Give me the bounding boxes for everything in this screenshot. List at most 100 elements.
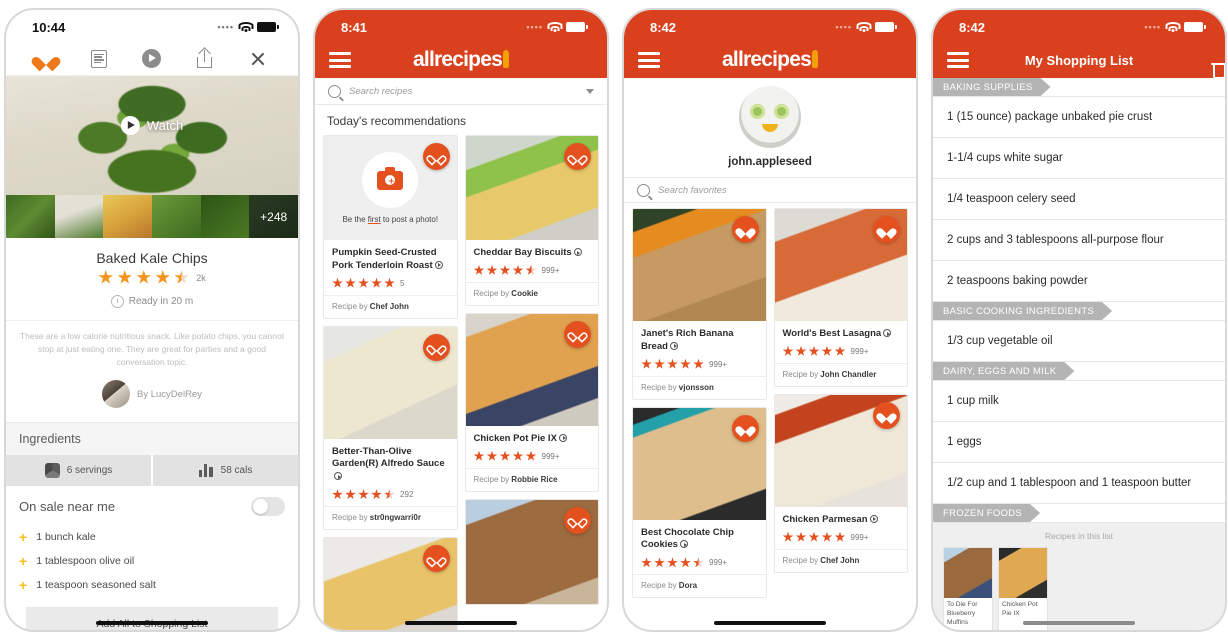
shopping-list-item[interactable]: 1 cup milk	[933, 381, 1225, 422]
close-icon[interactable]	[245, 47, 271, 71]
wifi-icon	[1165, 22, 1180, 32]
star-icon	[512, 264, 524, 275]
more-photos-thumbnail[interactable]: +248	[249, 195, 298, 238]
search-input[interactable]: Search recipes	[349, 86, 412, 97]
recipe-name[interactable]: Chicken Pot Pie IX	[474, 433, 591, 446]
favorite-button[interactable]	[564, 143, 591, 170]
recipe-image[interactable]	[633, 407, 766, 520]
feed-column-left: + Be the first to post a photo! Pumpkin …	[323, 135, 458, 630]
recipe-image[interactable]	[633, 209, 766, 321]
recipe-card[interactable]: Cheddar Bay Biscuits 999+ Recipe by Cook…	[464, 135, 599, 306]
favorites-column-left: Janet's Rich Banana Bread 999+ Recipe by…	[632, 208, 767, 599]
section-label: FROZEN FOODS	[933, 504, 1040, 522]
play-video-icon[interactable]	[139, 47, 165, 71]
star-icon	[345, 277, 356, 288]
battery-icon	[875, 22, 897, 32]
servings-label: 6 servings	[66, 465, 113, 477]
recipe-card[interactable]	[323, 537, 458, 630]
recipe-name[interactable]: Pumpkin Seed-Crusted Pork Tenderloin Roa…	[332, 247, 449, 273]
recipe-image[interactable]	[774, 394, 907, 507]
ingredient-item[interactable]: + 1 bunch kale	[6, 525, 298, 549]
recipe-name[interactable]: Janet's Rich Banana Bread	[641, 328, 758, 354]
add-icon[interactable]: +	[19, 578, 27, 592]
shopping-list-section-header: BAKING SUPPLIES	[933, 78, 1225, 97]
recipe-card[interactable]: Chicken Parmesan 999+ Recipe by Chef Joh…	[773, 393, 908, 573]
recipe-image[interactable]	[465, 136, 598, 240]
favorite-button[interactable]	[731, 414, 759, 442]
recipe-image[interactable]	[324, 326, 457, 439]
favorite-button[interactable]	[422, 333, 450, 361]
shopping-list-item[interactable]: 2 teaspoons baking powder	[933, 261, 1225, 302]
recipe-thumbnail-item[interactable]: To Die For Blueberry Muffins	[943, 547, 993, 630]
avatar[interactable]	[739, 86, 801, 148]
recipe-name[interactable]: Better-Than-Olive Garden(R) Alfredo Sauc…	[332, 446, 449, 484]
favorite-icon[interactable]	[33, 47, 59, 71]
add-icon[interactable]: +	[19, 554, 27, 568]
on-sale-toggle[interactable]	[251, 497, 285, 517]
thumbnail[interactable]	[103, 195, 153, 238]
favorite-button[interactable]	[873, 216, 900, 243]
photo-thumbnail-strip[interactable]: +248	[6, 195, 298, 238]
battery-icon	[257, 22, 279, 32]
home-indicator	[405, 621, 517, 625]
recipe-author[interactable]: By LucyDelRey	[6, 374, 298, 422]
recipe-name[interactable]: Cheddar Bay Biscuits	[474, 247, 591, 260]
favorite-button[interactable]	[422, 545, 450, 573]
thumbnail[interactable]	[200, 195, 250, 238]
search-bar[interactable]: Search recipes	[315, 78, 607, 105]
shopping-list-item[interactable]: 1/3 cup vegetable oil	[933, 321, 1225, 362]
favorite-button[interactable]	[564, 320, 591, 348]
recipe-name[interactable]: World's Best Lasagna	[783, 328, 900, 341]
brand-name: allrecipes	[722, 48, 812, 71]
thumbnail[interactable]	[152, 195, 201, 238]
ingredient-item[interactable]: + 1 tablespoon olive oil	[6, 549, 298, 573]
add-photo-button[interactable]: +	[362, 152, 419, 208]
search-favorites-input[interactable]: Search favorites	[658, 185, 727, 196]
favorite-button[interactable]	[873, 401, 900, 429]
calories-stat[interactable]: 58 cals	[151, 455, 298, 487]
favorite-button[interactable]	[422, 143, 450, 170]
add-icon[interactable]: +	[19, 530, 27, 544]
recipe-list-icon[interactable]	[86, 47, 112, 71]
shopping-list-item[interactable]: 2 cups and 3 tablespoons all-purpose flo…	[933, 220, 1225, 261]
recipe-card[interactable]: Better-Than-Olive Garden(R) Alfredo Sauc…	[323, 325, 458, 531]
favorites-grid: Janet's Rich Banana Bread 999+ Recipe by…	[624, 203, 916, 603]
recipe-thumbnail-item[interactable]: Chicken Pot Pie IX	[998, 547, 1048, 630]
recipe-image[interactable]	[465, 499, 598, 604]
watch-video-button[interactable]: Watch	[120, 116, 183, 135]
recipe-card[interactable]: Best Chocolate Chip Cookies 999+ Recipe …	[632, 406, 767, 599]
search-bar[interactable]: Search favorites	[624, 177, 916, 203]
recipe-hero-image[interactable]: Watch	[6, 76, 298, 195]
favorite-button[interactable]	[564, 506, 591, 534]
wifi-icon	[238, 22, 253, 32]
chevron-down-icon[interactable]	[586, 88, 594, 94]
share-icon[interactable]	[192, 47, 218, 71]
menu-icon[interactable]	[329, 52, 351, 68]
menu-icon[interactable]	[638, 52, 660, 68]
recipe-card[interactable]	[464, 498, 599, 605]
shopping-list-item[interactable]: 1/4 teaspoon celery seed	[933, 179, 1225, 220]
recipe-image[interactable]	[465, 313, 598, 426]
recipe-card[interactable]: Janet's Rich Banana Bread 999+ Recipe by…	[632, 208, 767, 400]
shopping-list-item[interactable]: 1 (15 ounce) package unbaked pie crust	[933, 97, 1225, 138]
shopping-list-item[interactable]: 1-1/4 cups white sugar	[933, 138, 1225, 179]
servings-stat[interactable]: 6 servings	[6, 455, 151, 486]
recipe-name[interactable]: Chicken Parmesan	[783, 514, 900, 527]
recipe-card[interactable]: Chicken Pot Pie IX 999+ Recipe by Robbie…	[464, 312, 599, 492]
shopping-list-item[interactable]: 1 eggs	[933, 422, 1225, 463]
star-icon	[795, 531, 807, 542]
shopping-list-item[interactable]: 1/2 cup and 1 tablespoon and 1 teaspoon …	[933, 463, 1225, 504]
recipe-image[interactable]	[774, 209, 907, 321]
recipe-image-placeholder[interactable]: + Be the first to post a photo!	[324, 136, 457, 240]
ingredient-item[interactable]: + 1 teaspoon seasoned salt	[6, 573, 298, 597]
recipe-name[interactable]: Best Chocolate Chip Cookies	[641, 527, 758, 553]
recipe-card[interactable]: World's Best Lasagna 999+ Recipe by John…	[773, 208, 908, 387]
recipe-image[interactable]	[324, 538, 457, 630]
thumbnail[interactable]	[6, 195, 55, 238]
add-all-to-shopping-list-button[interactable]: Add All to Shopping List	[26, 607, 278, 630]
favorite-button[interactable]	[731, 216, 759, 243]
recipe-card[interactable]: + Be the first to post a photo! Pumpkin …	[323, 135, 458, 319]
thumbnail[interactable]	[54, 195, 104, 238]
phone-frame-shopping-list: 8:42 •••• My Shopping List BAKING SUPPLI…	[931, 8, 1227, 632]
recipe-rating: 2k	[6, 270, 298, 285]
